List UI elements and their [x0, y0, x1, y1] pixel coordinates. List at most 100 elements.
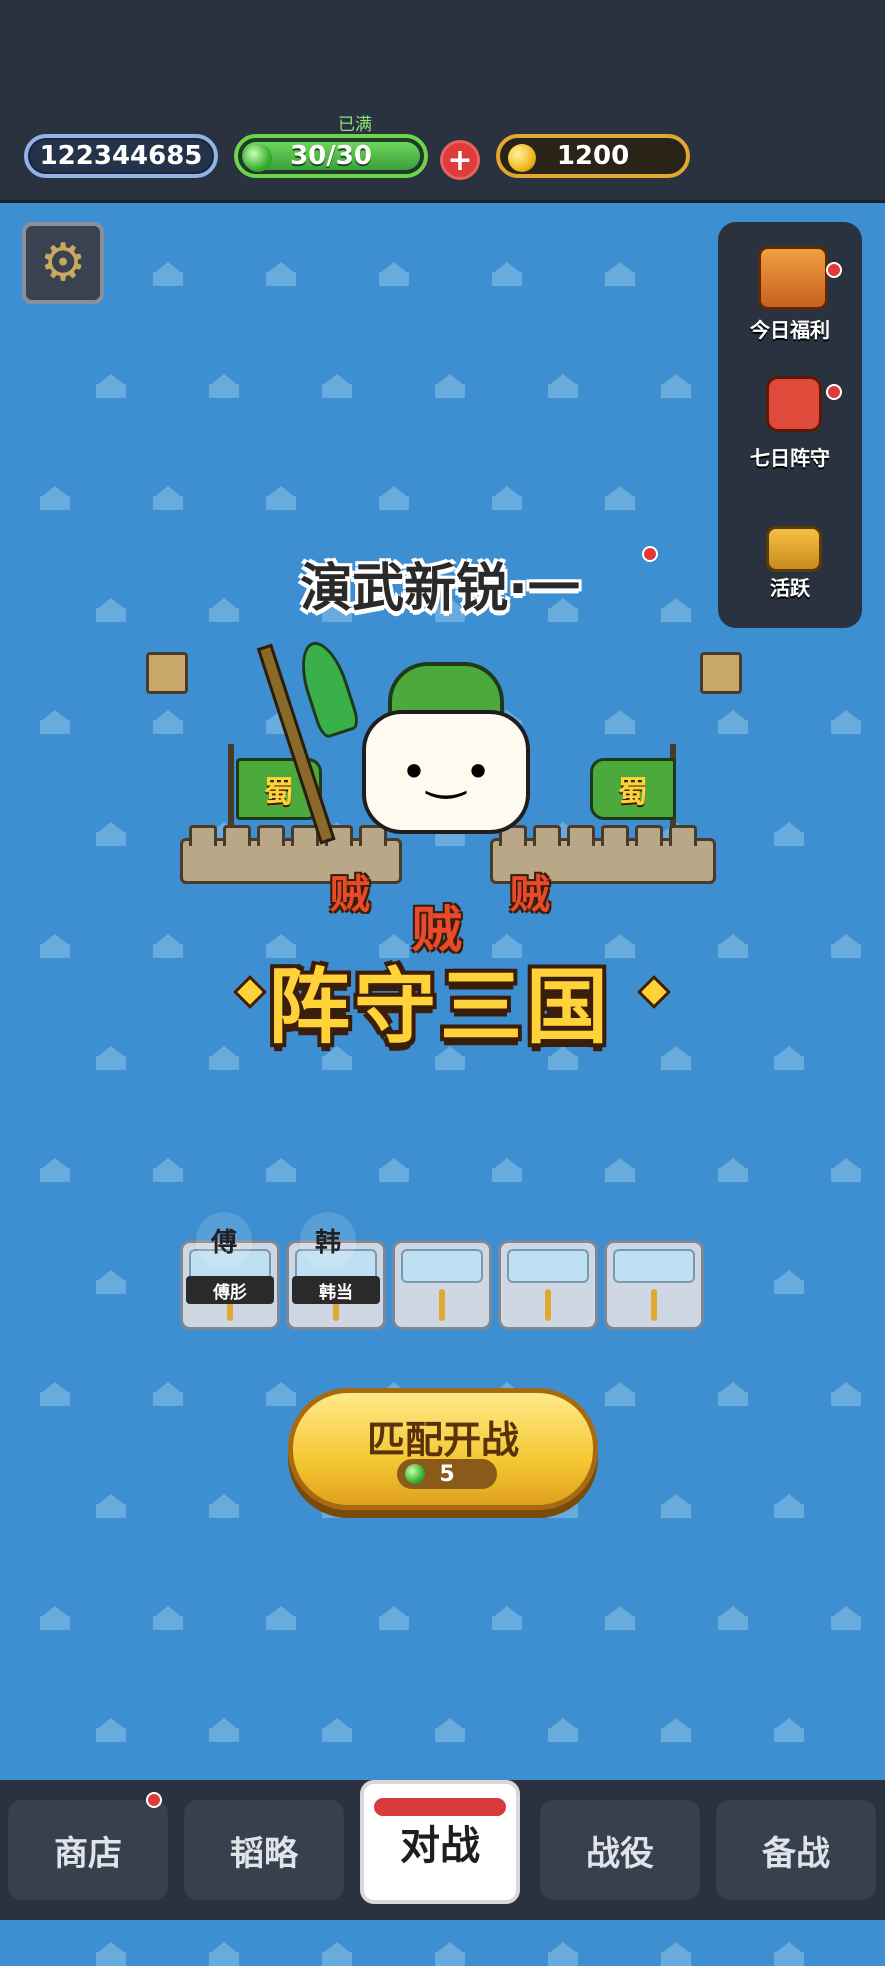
unit-name: 傅肜: [186, 1276, 274, 1304]
energy-gem-icon: [244, 144, 272, 172]
background-tile: [322, 1942, 352, 1966]
background-tile: [492, 1606, 522, 1630]
background-tile: [548, 1718, 578, 1742]
background-tile: [209, 374, 239, 398]
side-item-daily-welfare[interactable]: 今日福利: [726, 232, 854, 352]
background-tile: [718, 1382, 748, 1406]
side-item-seven-day[interactable]: 七日阵守: [726, 362, 854, 482]
background-tile: [435, 374, 465, 398]
lineup-slot[interactable]: [604, 1240, 704, 1330]
side-item-label: 七日阵守: [750, 446, 830, 470]
background-tile: [96, 374, 126, 398]
background-tile: [605, 486, 635, 510]
stage-subtitle: 演武新锐·一: [300, 559, 580, 619]
background-tile: [774, 1270, 804, 1294]
tab-label: 对战: [400, 1823, 480, 1869]
coin-value: 1200: [556, 141, 630, 171]
background-tile: [831, 1382, 861, 1406]
background-tile: [661, 1494, 691, 1518]
background-tile: [40, 710, 70, 734]
tab-label: 战役: [586, 1833, 654, 1874]
treasure-chest-icon: [758, 246, 828, 310]
background-tile: [96, 1942, 126, 1966]
background-tile: [96, 1494, 126, 1518]
background-tile: [605, 1606, 635, 1630]
notification-dot: [826, 384, 842, 400]
background-tile: [831, 934, 861, 958]
background-tile: [718, 1606, 748, 1630]
background-tile: [718, 934, 748, 958]
background-tile: [266, 262, 296, 286]
background-tile: [266, 1606, 296, 1630]
unit-name: 韩当: [292, 1276, 380, 1304]
background-tile: [153, 710, 183, 734]
tab-label: 商店: [54, 1833, 122, 1874]
background-tile: [492, 262, 522, 286]
background-tile: [379, 486, 409, 510]
background-tile: [435, 1718, 465, 1742]
background-tile: [40, 486, 70, 510]
match-cost-value: 5: [439, 1461, 455, 1487]
notification-dot: [826, 262, 842, 278]
background-tile: [40, 1382, 70, 1406]
energy-value: 30/30: [290, 141, 372, 171]
chest-icon: [766, 526, 822, 572]
background-tile: [96, 822, 126, 846]
background-tile: [40, 1158, 70, 1182]
background-tile: [718, 1158, 748, 1182]
background-tile: [379, 1606, 409, 1630]
match-cost: 5: [397, 1459, 497, 1489]
background-tile: [605, 262, 635, 286]
background-tile: [661, 598, 691, 622]
background-tile: [661, 374, 691, 398]
add-energy-button[interactable]: +: [440, 140, 480, 180]
side-item-label: 今日福利: [750, 318, 830, 342]
background-tile: [153, 1606, 183, 1630]
tab-shop[interactable]: 商店: [8, 1792, 168, 1900]
background-tile: [379, 1158, 409, 1182]
background-tile: [266, 1382, 296, 1406]
tab-strategy[interactable]: 韬略: [184, 1800, 344, 1900]
enemy-label: 贼: [510, 872, 550, 918]
background-tile: [96, 598, 126, 622]
background-tile: [209, 1718, 239, 1742]
tab-prepare[interactable]: 备战: [716, 1800, 876, 1900]
flag-label: 蜀: [618, 775, 648, 810]
match-start-button[interactable]: 匹配开战 5: [288, 1388, 598, 1510]
background-tile: [153, 1382, 183, 1406]
coin-icon: [508, 144, 536, 172]
background-tile: [774, 1046, 804, 1070]
background-tile: [209, 1942, 239, 1966]
left-tower-icon: [146, 652, 188, 694]
tab-battle[interactable]: 对战: [360, 1780, 520, 1904]
notification-dot: [146, 1792, 162, 1808]
tab-label: 韬略: [230, 1833, 298, 1874]
background-tile: [661, 1718, 691, 1742]
lineup-slot[interactable]: [498, 1240, 598, 1330]
background-tile: [209, 598, 239, 622]
lineup-slot[interactable]: [392, 1240, 492, 1330]
match-start-label: 匹配开战: [366, 1418, 519, 1462]
background-tile: [322, 1718, 352, 1742]
background-tile: [435, 1942, 465, 1966]
background-tile: [831, 710, 861, 734]
side-item-activity[interactable]: 活跃: [726, 522, 854, 612]
unit-badge[interactable]: 傅: [196, 1212, 252, 1268]
tab-campaign[interactable]: 战役: [540, 1800, 700, 1900]
enemy-label: 贼: [330, 872, 370, 918]
background-tile: [96, 1718, 126, 1742]
background-tile: [40, 934, 70, 958]
coin-counter: 1200: [496, 134, 690, 178]
background-tile: [774, 1942, 804, 1966]
unit-badge[interactable]: 韩: [300, 1212, 356, 1268]
energy-full-label: 已满: [338, 115, 372, 135]
flag-label: 蜀: [264, 775, 294, 810]
game-title: 阵守三国: [267, 960, 612, 1055]
energy-bar: 30/30: [234, 134, 428, 178]
settings-button[interactable]: ⚙: [22, 222, 104, 304]
background-tile: [153, 934, 183, 958]
background-tile: [774, 822, 804, 846]
background-tile: [96, 1270, 126, 1294]
flag-pole: [228, 744, 234, 834]
player-id: 122344685: [24, 134, 218, 178]
